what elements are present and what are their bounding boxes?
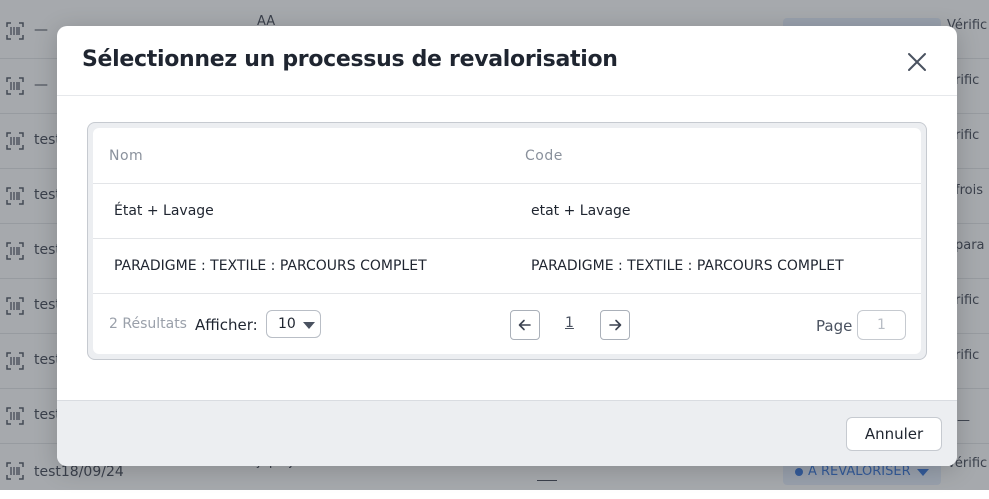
process-table-card: Nom Code État + Lavage etat + Lavage PAR… bbox=[87, 122, 927, 360]
column-header-nom: Nom bbox=[109, 148, 144, 164]
column-header-code: Code bbox=[525, 148, 563, 164]
page-size-value: 10 bbox=[278, 316, 296, 332]
modal-header: Sélectionnez un processus de revalorisat… bbox=[57, 26, 957, 96]
close-icon bbox=[908, 53, 926, 71]
page-size-select[interactable]: 10 bbox=[266, 310, 321, 338]
arrow-left-icon bbox=[518, 319, 531, 331]
chevron-down-icon bbox=[303, 322, 315, 329]
cancel-button[interactable]: Annuler bbox=[846, 417, 942, 451]
modal-footer: Annuler bbox=[57, 400, 957, 466]
pagination-bar: 2 Résultats Afficher: 10 1 Page 1 bbox=[93, 294, 921, 354]
page-jump-input[interactable] bbox=[857, 310, 906, 340]
arrow-right-icon bbox=[609, 319, 622, 331]
table-header: Nom Code bbox=[93, 128, 921, 184]
page-size-label: Afficher: bbox=[195, 316, 258, 334]
current-page-link[interactable]: 1 bbox=[565, 315, 574, 331]
next-page-button[interactable] bbox=[600, 310, 630, 340]
cell-code: PARADIGME : TEXTILE : PARCOURS COMPLET bbox=[531, 258, 844, 274]
close-button[interactable] bbox=[904, 49, 930, 75]
results-count: 2 Résultats bbox=[109, 316, 187, 332]
cell-nom: État + Lavage bbox=[114, 203, 214, 219]
modal-title: Sélectionnez un processus de revalorisat… bbox=[82, 47, 618, 72]
previous-page-button[interactable] bbox=[510, 310, 540, 340]
process-table: Nom Code État + Lavage etat + Lavage PAR… bbox=[93, 128, 921, 354]
cell-code: etat + Lavage bbox=[531, 203, 631, 219]
page-jump-label: Page bbox=[816, 317, 853, 335]
table-row[interactable]: PARADIGME : TEXTILE : PARCOURS COMPLET P… bbox=[93, 239, 921, 294]
cell-nom: PARADIGME : TEXTILE : PARCOURS COMPLET bbox=[114, 258, 427, 274]
process-selection-modal: Sélectionnez un processus de revalorisat… bbox=[57, 26, 957, 466]
table-row[interactable]: État + Lavage etat + Lavage bbox=[93, 184, 921, 239]
